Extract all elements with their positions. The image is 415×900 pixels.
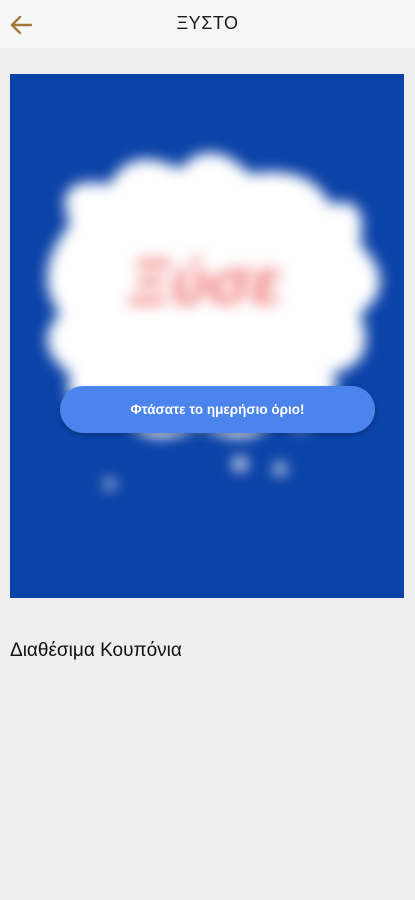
page-title: ΞΥΣΤΟ <box>176 13 239 33</box>
coupons-section-title: Διαθέσιμα Κουπόνια <box>10 640 182 661</box>
scratch-card-image: Ξύσε ​ <box>47 152 381 489</box>
daily-limit-message: Φτάσατε το ημερήσιο όριο! <box>60 386 375 433</box>
app-header: ΞΥΣΤΟ <box>0 0 415 48</box>
scratch-card[interactable]: Ξύσε ​ Φτάσατε το ημερήσιο όριο! <box>10 74 404 598</box>
brand-text: Ξύσε <box>128 246 283 318</box>
daily-limit-text: Φτάσατε το ημερήσιο όριο! <box>130 402 305 417</box>
